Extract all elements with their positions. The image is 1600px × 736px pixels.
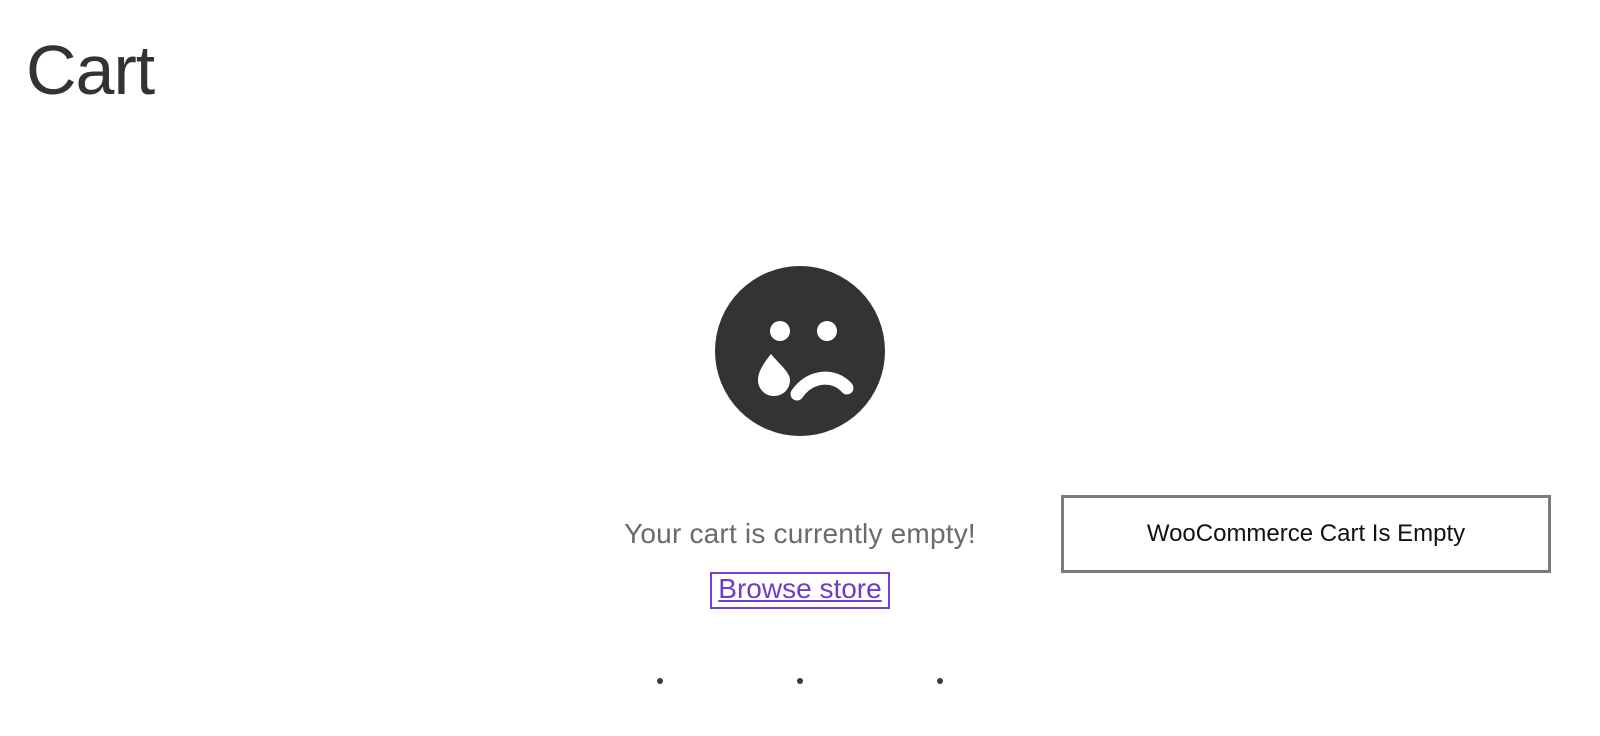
sad-face-icon (715, 266, 885, 436)
browse-store-link[interactable]: Browse store (718, 573, 881, 604)
annotation-callout: WooCommerce Cart Is Empty (1061, 495, 1551, 573)
dot-icon (937, 678, 943, 684)
dot-icon (657, 678, 663, 684)
dot-icon (797, 678, 803, 684)
empty-cart-message: Your cart is currently empty! (624, 518, 976, 550)
divider-dots (0, 678, 1600, 684)
annotation-label: WooCommerce Cart Is Empty (1147, 520, 1465, 548)
page-title: Cart (26, 30, 154, 110)
browse-store-link-container[interactable]: Browse store (710, 572, 889, 609)
